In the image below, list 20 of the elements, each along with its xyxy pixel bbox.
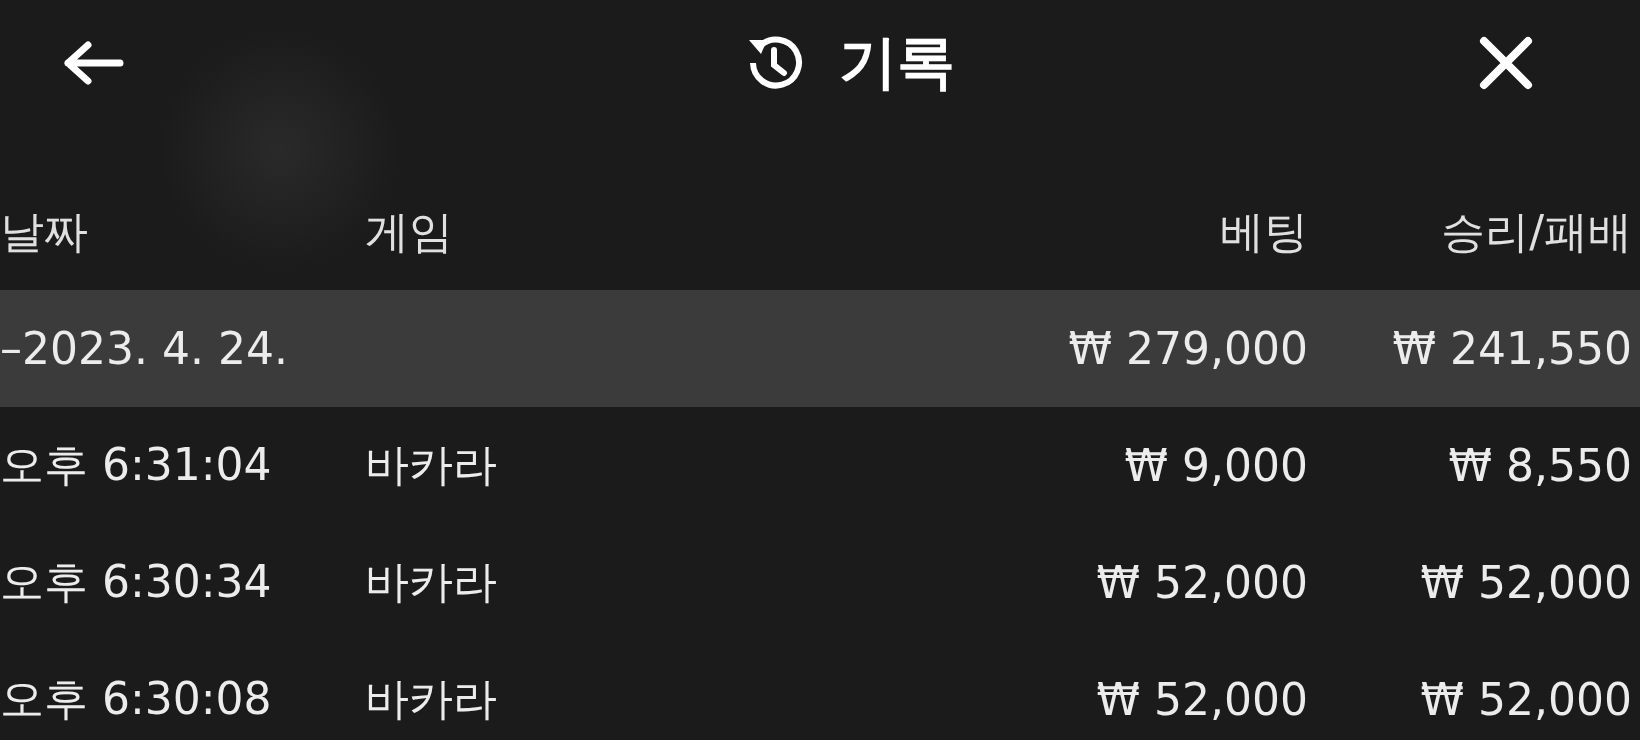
game-cell: 바카라	[365, 439, 497, 490]
column-header: 베팅	[1219, 205, 1308, 259]
bet-cell-text: ₩ 52,000	[1095, 557, 1308, 608]
result-cell-text: ₩ 241,550	[1391, 323, 1632, 374]
column-header: 게임	[365, 205, 454, 259]
bet-cell-text: ₩ 279,000	[1067, 323, 1308, 374]
date-cell-text: 오후 6:30:34	[0, 555, 273, 609]
result-cell-text: ₩ 8,550	[1447, 440, 1632, 491]
bet-cell-text: ₩ 9,000	[1123, 440, 1308, 491]
bet-cell-text: ₩ 52,000	[1095, 674, 1308, 725]
date-cell-text: –2023. 4. 24.	[0, 323, 289, 374]
column-header: 승리/패배	[1440, 205, 1632, 259]
game-cell: 바카라	[365, 673, 497, 724]
date-cell-text: 오후 6:31:04	[0, 438, 273, 492]
date-cell-text: 오후 6:30:08	[0, 672, 273, 726]
game-cell: 바카라	[365, 556, 497, 607]
window-title: 기록	[839, 26, 955, 98]
result-cell-text: ₩ 52,000	[1419, 557, 1632, 608]
result-cell-text: ₩ 52,000	[1419, 674, 1632, 725]
column-header: 날짜	[0, 205, 89, 259]
